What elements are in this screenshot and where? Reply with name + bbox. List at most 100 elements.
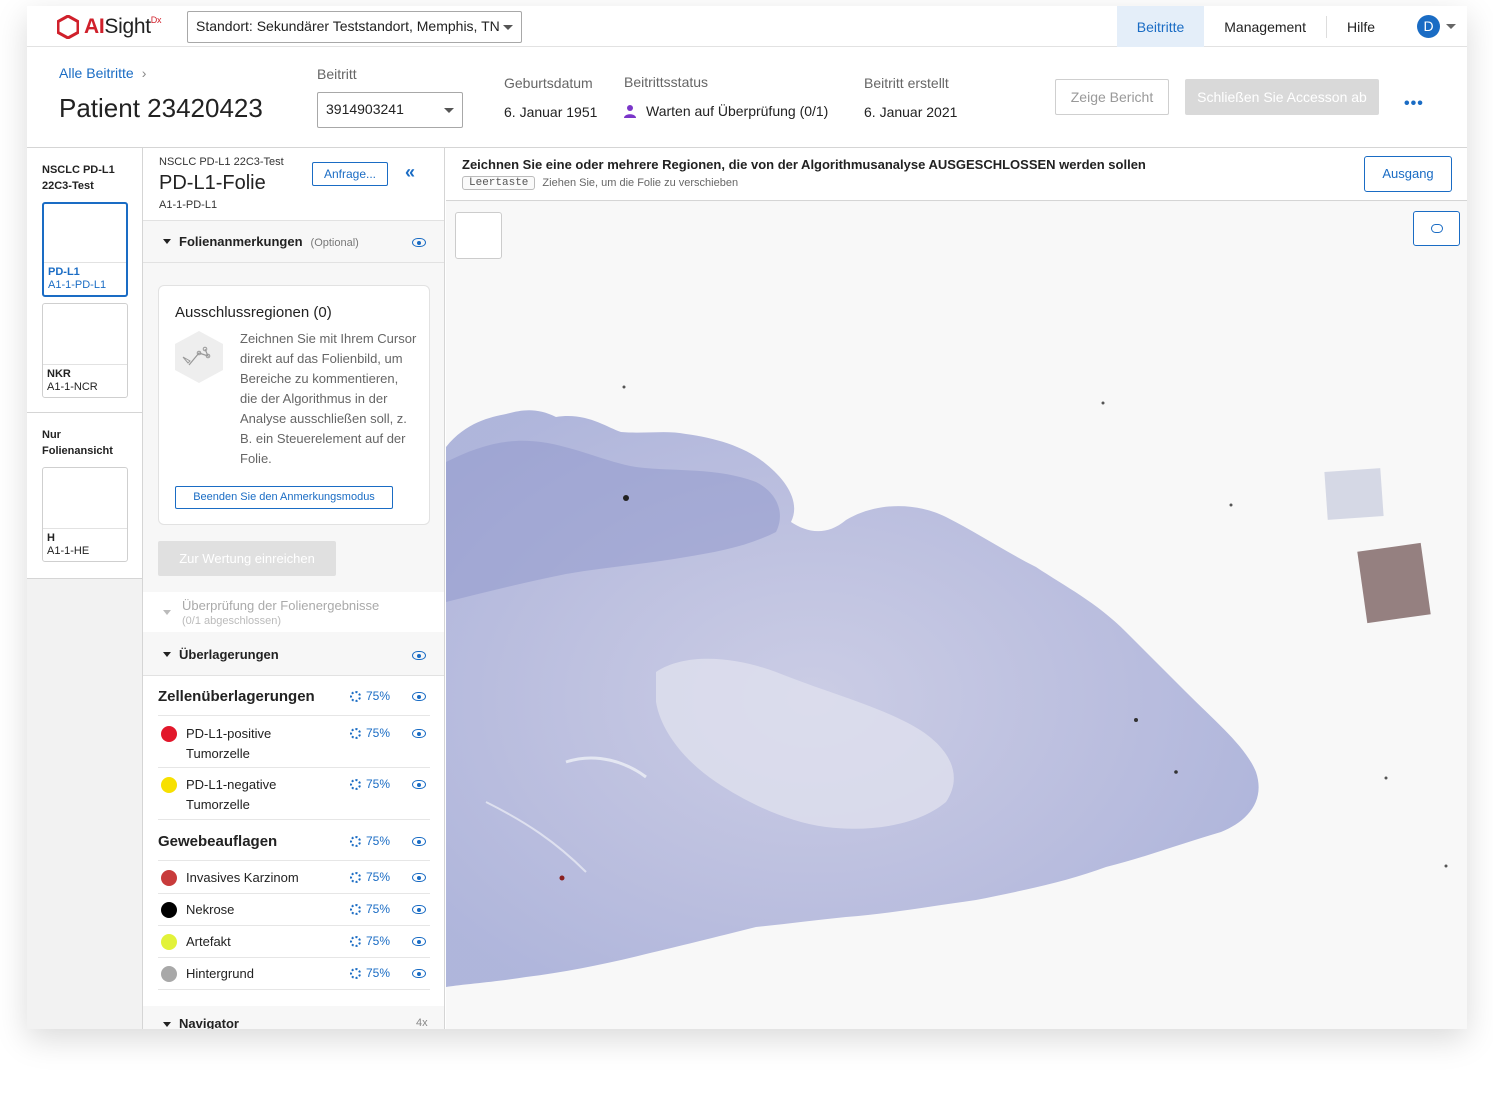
overlays-label: Überlagerungen — [179, 647, 279, 662]
eye-icon[interactable] — [412, 837, 426, 846]
chevron-down-icon — [444, 108, 454, 113]
eye-icon[interactable] — [412, 969, 426, 978]
slide-group-pdl1: NSCLC PD-L1 22C3-Test PD-L1 A1-1-PD-L1 N… — [27, 148, 142, 413]
review-progress: (0/1 abgeschlossen) — [182, 615, 282, 627]
slide-caption: NKR A1-1-NCR — [43, 364, 127, 397]
exclusion-instructions: Zeichnen Sie mit Ihrem Cursor direkt auf… — [240, 331, 417, 466]
minimap[interactable] — [455, 212, 502, 259]
eye-icon[interactable] — [412, 780, 426, 789]
slide-id: A1-1-PD-L1 — [48, 279, 107, 291]
request-button[interactable]: Anfrage... — [312, 162, 388, 186]
gear-icon — [350, 835, 361, 847]
opacity-control[interactable]: 75% — [350, 870, 390, 884]
site-select-value: Standort: Sekundärer Teststandort, Memph… — [196, 18, 500, 34]
pathologist-icon — [624, 104, 636, 118]
slide-viewer: Zeichnen Sie eine oder mehrere Regionen,… — [446, 148, 1467, 1029]
main-nav: Beitritte Management Hilfe D — [1116, 6, 1467, 47]
nav-item-management[interactable]: Management — [1204, 6, 1326, 47]
slide-caption: H A1-1-HE — [43, 528, 127, 561]
overlay-label: PD-L1-positive Tumorzelle — [186, 726, 272, 761]
slide-group-title: NSCLC PD-L1 22C3-Test — [42, 164, 115, 192]
nav-item-hilfe[interactable]: Hilfe — [1327, 6, 1395, 47]
eye-icon[interactable] — [412, 238, 426, 247]
nav-item-beitritte[interactable]: Beitritte — [1116, 6, 1205, 47]
eye-icon[interactable] — [412, 651, 426, 660]
cell-overlays-title: Zellenüberlagerungen — [158, 688, 315, 705]
pan-hint-text: Ziehen Sie, um die Folie zu verschieben — [542, 177, 739, 189]
gear-icon — [350, 690, 361, 702]
gear-icon — [350, 871, 361, 883]
collapse-panel-icon[interactable]: « — [405, 162, 415, 183]
comment-icon — [1431, 224, 1443, 233]
top-bar: AISightDx Standort: Sekundärer Teststand… — [27, 6, 1467, 47]
opacity-control[interactable]: 75% — [350, 966, 390, 980]
slide-thumbnail-pdl1[interactable]: PD-L1 A1-1-PD-L1 — [42, 202, 128, 297]
app-logo[interactable]: AISightDx — [57, 14, 161, 40]
list-item: PD-L1-negative Tumorzelle 75% — [158, 768, 430, 820]
opacity-control[interactable]: 75% — [350, 902, 390, 916]
avatar[interactable]: D — [1417, 15, 1440, 38]
slide-group-title: Nur Folienansicht — [42, 429, 113, 457]
color-swatch — [161, 902, 177, 918]
review-section-toggle[interactable]: Überprüfung der Folienergebnisse (0/1 ab… — [143, 592, 444, 632]
caret-down-icon — [163, 652, 171, 657]
user-menu[interactable]: D — [1395, 6, 1467, 47]
list-item: Hintergrund 75% — [158, 958, 430, 990]
eye-icon[interactable] — [412, 937, 426, 946]
app-window: AISightDx Standort: Sekundärer Teststand… — [27, 6, 1467, 1029]
tissue-overlays-group: Gewebeauflagen 75% — [158, 821, 430, 861]
site-select[interactable]: Standort: Sekundärer Teststandort, Memph… — [187, 11, 522, 43]
panel-header: NSCLC PD-L1 22C3-Test PD-L1-Folie A1-1-P… — [143, 148, 444, 221]
slide-thumbnail-he[interactable]: H A1-1-HE — [42, 467, 128, 562]
comment-button[interactable] — [1413, 211, 1460, 246]
slide-id: A1-1-PD-L1 — [159, 199, 218, 211]
overlay-list: Zellenüberlagerungen 75% PD-L1-positive … — [143, 676, 444, 1006]
slide-id: A1-1-NCR — [47, 381, 98, 393]
eye-icon[interactable] — [412, 729, 426, 738]
breadcrumb-link[interactable]: Alle Beitritte — [59, 65, 134, 81]
hexagon-logo-icon — [57, 15, 79, 39]
gear-icon — [350, 903, 361, 915]
opacity-control[interactable]: 75% — [350, 689, 390, 703]
list-item: Invasives Karzinom 75% — [158, 862, 430, 894]
breadcrumb[interactable]: Alle Beitritte › — [59, 65, 146, 81]
opacity-control[interactable]: 75% — [350, 834, 390, 848]
annotations-section-toggle[interactable]: Folienanmerkungen (Optional) — [143, 221, 444, 263]
exit-button[interactable]: Ausgang — [1364, 156, 1452, 192]
slide-group-view-only: Nur Folienansicht H A1-1-HE — [27, 413, 142, 579]
exclusion-regions-card: Ausschlussregionen (0) Zeichnen Sie mit … — [158, 285, 430, 525]
status-label: Beitrittsstatus — [624, 74, 709, 90]
status-badge: Warten auf Überprüfung (0/1) — [624, 103, 828, 119]
opacity-control[interactable]: 75% — [350, 934, 390, 948]
eye-icon[interactable] — [412, 692, 426, 701]
spacebar-key: Leertaste — [462, 176, 536, 190]
slide-thumbnail-nkr[interactable]: NKR A1-1-NCR — [42, 303, 128, 398]
color-swatch — [161, 777, 177, 793]
gear-icon — [350, 967, 361, 979]
accession-select[interactable]: 3914903241 — [317, 92, 463, 128]
end-annotation-button[interactable]: Beenden Sie den Anmerkungsmodus — [175, 486, 393, 509]
overlay-label: Artefakt — [186, 934, 231, 949]
submit-for-scoring-button[interactable]: Zur Wertung einreichen — [158, 541, 336, 576]
navigator-section-toggle[interactable]: Navigator 4x — [143, 1006, 444, 1029]
dob-value: 6. Januar 1951 — [504, 104, 598, 120]
chevron-down-icon — [503, 25, 513, 30]
instruction-text: Zeichnen Sie eine oder mehrere Regionen,… — [462, 157, 1146, 172]
tissue-image — [446, 385, 1448, 987]
color-swatch — [161, 870, 177, 886]
overlays-section-toggle[interactable]: Überlagerungen — [143, 634, 444, 676]
slide-name: NKR — [47, 368, 71, 380]
chevron-right-icon: › — [141, 65, 147, 81]
show-report-button[interactable]: Zeige Bericht — [1055, 79, 1169, 115]
opacity-control[interactable]: 75% — [350, 726, 390, 740]
eye-icon[interactable] — [412, 905, 426, 914]
annotations-label: Folienanmerkungen (Optional) — [179, 234, 359, 249]
close-accession-button[interactable]: Schließen Sie Accesson ab — [1185, 79, 1379, 115]
draw-region-icon — [175, 331, 223, 383]
status-value: Warten auf Überprüfung (0/1) — [646, 103, 829, 119]
more-options-icon[interactable]: ••• — [1404, 95, 1424, 113]
slide-name: PD-L1 — [48, 266, 80, 278]
eye-icon[interactable] — [412, 873, 426, 882]
slide-canvas[interactable] — [446, 202, 1467, 1029]
opacity-control[interactable]: 75% — [350, 777, 390, 791]
